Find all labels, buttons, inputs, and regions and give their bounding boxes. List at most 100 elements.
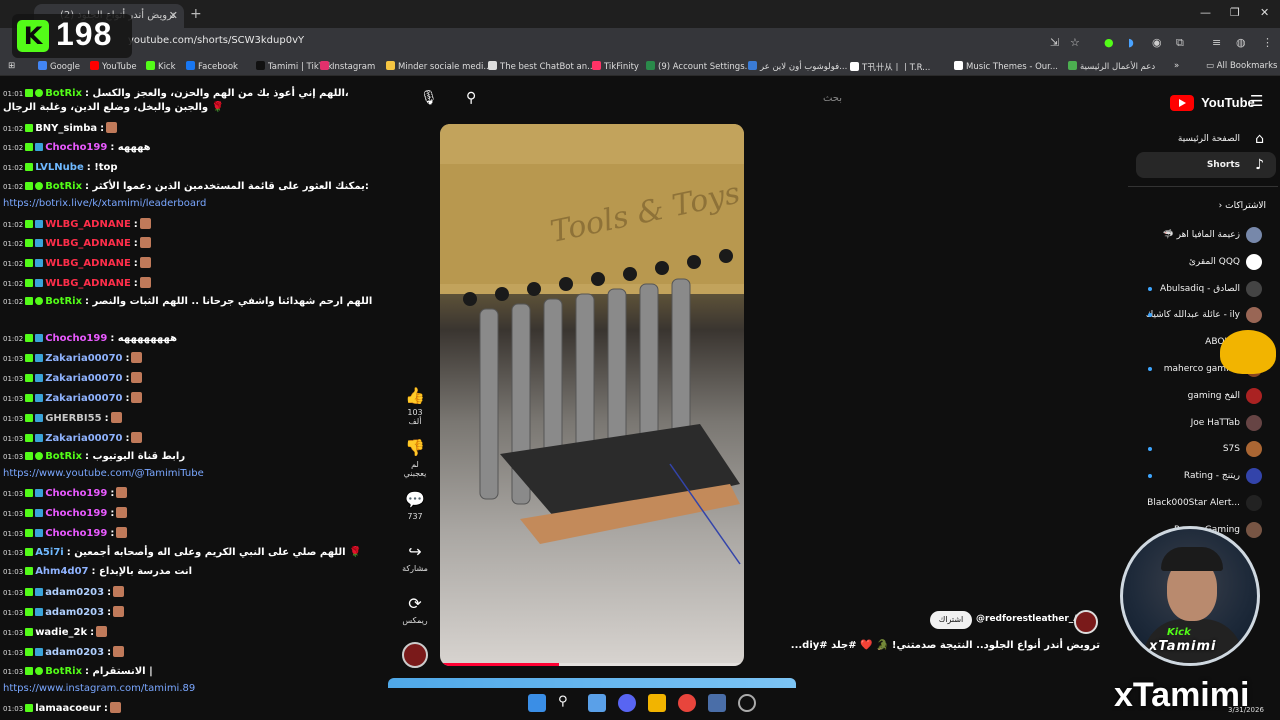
sidebar-item[interactable]: Shorts ♪ (1136, 152, 1276, 178)
bookmark-item[interactable]: فولوشوب أون لاين عر... (748, 61, 847, 72)
subscribe-button[interactable]: اشتراك (930, 611, 972, 629)
subscription-item[interactable]: S7S (1136, 439, 1266, 459)
bookmark-item[interactable]: Google (38, 61, 80, 72)
bookmarks-overflow-icon[interactable]: » (1174, 61, 1179, 71)
bookmark-item[interactable]: Music Themes - Our... (954, 61, 1058, 72)
subscription-item[interactable]: عائلة عبدالله كاشيك - ily (1136, 305, 1266, 325)
chat-username[interactable]: adam0203 (45, 647, 104, 658)
chat-username[interactable]: BNY_simba (35, 123, 97, 134)
chat-username[interactable]: WLBG_ADNANE (45, 278, 131, 289)
chat-username[interactable]: WLBG_ADNANE (45, 219, 131, 230)
chat-username[interactable]: Chocho199 (45, 508, 107, 519)
media-control-icon[interactable]: ≡ (1212, 36, 1221, 49)
chat-username[interactable]: BotRix (45, 181, 82, 192)
bookmark-item[interactable]: YouTube (90, 61, 137, 72)
subscription-item[interactable]: gaming الفخ (1136, 386, 1266, 406)
chat-username[interactable]: WLBG_ADNANE (45, 238, 131, 249)
close-window-icon[interactable]: ✕ (1260, 6, 1269, 19)
sidebar-item[interactable]: الصفحة الرئيسية ⌂ (1136, 126, 1276, 152)
chat-link[interactable]: https://botrix.live/k/xtamimi/leaderboar… (3, 198, 206, 209)
chat-username[interactable]: Ahm4d07 (35, 566, 88, 577)
apps-grid-icon[interactable]: ⊞ (8, 61, 15, 71)
chat-username[interactable]: A5i7i (35, 547, 64, 558)
profile-icon[interactable]: ◍ (1236, 36, 1246, 49)
url-field[interactable]: youtube.com/shorts/SCW3kdup0vY (128, 35, 304, 46)
chat-username[interactable]: GHERBI55 (45, 413, 101, 424)
short-action-button[interactable]: ↪ مشاركة (400, 542, 430, 573)
install-icon[interactable]: ⇲ (1050, 36, 1059, 49)
extension-kick-icon[interactable]: ● (1104, 36, 1114, 49)
voice-search-icon[interactable]: 🎙 (420, 90, 438, 106)
subscription-item[interactable]: Rating - ريتنج (1136, 466, 1266, 486)
chat-username[interactable]: Zakaria00070 (45, 433, 122, 444)
maximize-icon[interactable]: ❐ (1230, 6, 1240, 19)
extension-icon[interactable]: ◉ (1152, 36, 1162, 49)
chat-username[interactable]: Chocho199 (45, 142, 107, 153)
bookmark-item[interactable]: T卂卄从丨丨T.R... (850, 61, 930, 73)
chat-username[interactable]: Zakaria00070 (45, 373, 122, 384)
bookmark-item[interactable]: (9) Account Settings... (646, 61, 753, 72)
chat-username[interactable]: BotRix (45, 296, 82, 307)
all-bookmarks[interactable]: ▭ All Bookmarks (1206, 61, 1277, 71)
search-icon[interactable]: ⚲ (466, 90, 476, 106)
new-tab-button[interactable]: + (190, 6, 202, 22)
chrome-icon[interactable] (678, 694, 696, 712)
chat-link[interactable]: https://www.instagram.com/tamimi.89 (3, 683, 195, 694)
chat-link[interactable]: https://www.youtube.com/@TamimiTube (3, 468, 204, 479)
extensions-puzzle-icon[interactable]: ⧉ (1176, 36, 1184, 50)
minimize-icon[interactable]: — (1200, 6, 1211, 19)
chat-username[interactable]: Chocho199 (45, 528, 107, 539)
obs-icon[interactable] (738, 694, 756, 712)
channel-handle[interactable]: @redforestleather_AR (976, 614, 1087, 624)
bookmark-item[interactable]: Kick (146, 61, 176, 72)
chat-username[interactable]: BotRix (45, 451, 82, 462)
bookmark-item[interactable]: Facebook (186, 61, 238, 72)
bookmark-item[interactable]: Minder sociale medi... (386, 61, 491, 72)
windows-start-icon[interactable] (528, 694, 546, 712)
short-action-button[interactable]: ⟳ ريمكس (400, 594, 430, 625)
discord-icon[interactable] (618, 694, 636, 712)
chat-username[interactable]: Chocho199 (45, 333, 107, 344)
folder-icon[interactable] (648, 694, 666, 712)
sound-avatar-icon[interactable] (402, 642, 428, 668)
video-progress-bar[interactable] (440, 663, 744, 666)
chat-username[interactable]: wadie_2k (35, 627, 87, 638)
chat-username[interactable]: lamaacoeur (35, 703, 101, 714)
bookmark-item[interactable]: TikFinity (592, 61, 639, 72)
menu-icon[interactable]: ☰ (1250, 92, 1263, 110)
bookmark-item[interactable]: دعم الأعمال الرئيسية (1068, 61, 1155, 72)
chat-username[interactable]: LVLNube (35, 162, 84, 173)
subscription-item[interactable]: Joe HaTTab (1136, 413, 1266, 433)
short-action-button[interactable]: 💬 737 (400, 490, 430, 521)
chat-username[interactable]: WLBG_ADNANE (45, 258, 131, 269)
short-action-button[interactable]: 👎 لم يعجبني (400, 438, 430, 478)
chat-username[interactable]: Chocho199 (45, 488, 107, 499)
taskbar-search-icon[interactable]: ⚲ (558, 694, 576, 712)
video-title[interactable]: ترويض أندر أنواع الجلود.. النتيجة صدمتني… (791, 640, 1100, 651)
tab-close-icon[interactable]: ✕ (169, 9, 178, 22)
short-action-button[interactable]: 👍 103 ألف (400, 386, 430, 426)
chat-username[interactable]: Zakaria00070 (45, 353, 122, 364)
bookmark-item[interactable]: Instagram (320, 61, 375, 72)
app-icon[interactable] (708, 694, 726, 712)
search-input[interactable]: بحث (490, 89, 850, 111)
subscription-item[interactable]: Black000Star Alert... (1136, 493, 1266, 513)
youtube-logo[interactable]: YouTube (1170, 92, 1255, 111)
short-video-player[interactable]: Tools & Toys (440, 124, 744, 666)
chat-username[interactable]: adam0203 (45, 607, 104, 618)
subscription-item[interactable]: Abulsadiq - الصادق (1136, 279, 1266, 299)
subscriptions-heading[interactable]: › الاشتراكات (1136, 201, 1266, 211)
extension-icon[interactable]: ◗ (1128, 36, 1134, 49)
next-short-preview[interactable] (388, 678, 796, 688)
bookmark-item[interactable]: The best ChatBot an... (488, 61, 595, 72)
channel-avatar[interactable] (1074, 610, 1098, 634)
chat-username[interactable]: BotRix (45, 88, 82, 99)
browser-menu-icon[interactable]: ⋮ (1262, 36, 1273, 49)
subscription-item[interactable]: المقرئ QQQ (1136, 252, 1266, 272)
chat-username[interactable]: Zakaria00070 (45, 393, 122, 404)
subscription-item[interactable]: 🦈 زعيمة المافيا اهر (1136, 225, 1266, 245)
bookmark-star-icon[interactable]: ☆ (1070, 36, 1080, 49)
chat-username[interactable]: BotRix (45, 666, 82, 677)
file-explorer-icon[interactable] (588, 694, 606, 712)
chat-username[interactable]: adam0203 (45, 587, 104, 598)
